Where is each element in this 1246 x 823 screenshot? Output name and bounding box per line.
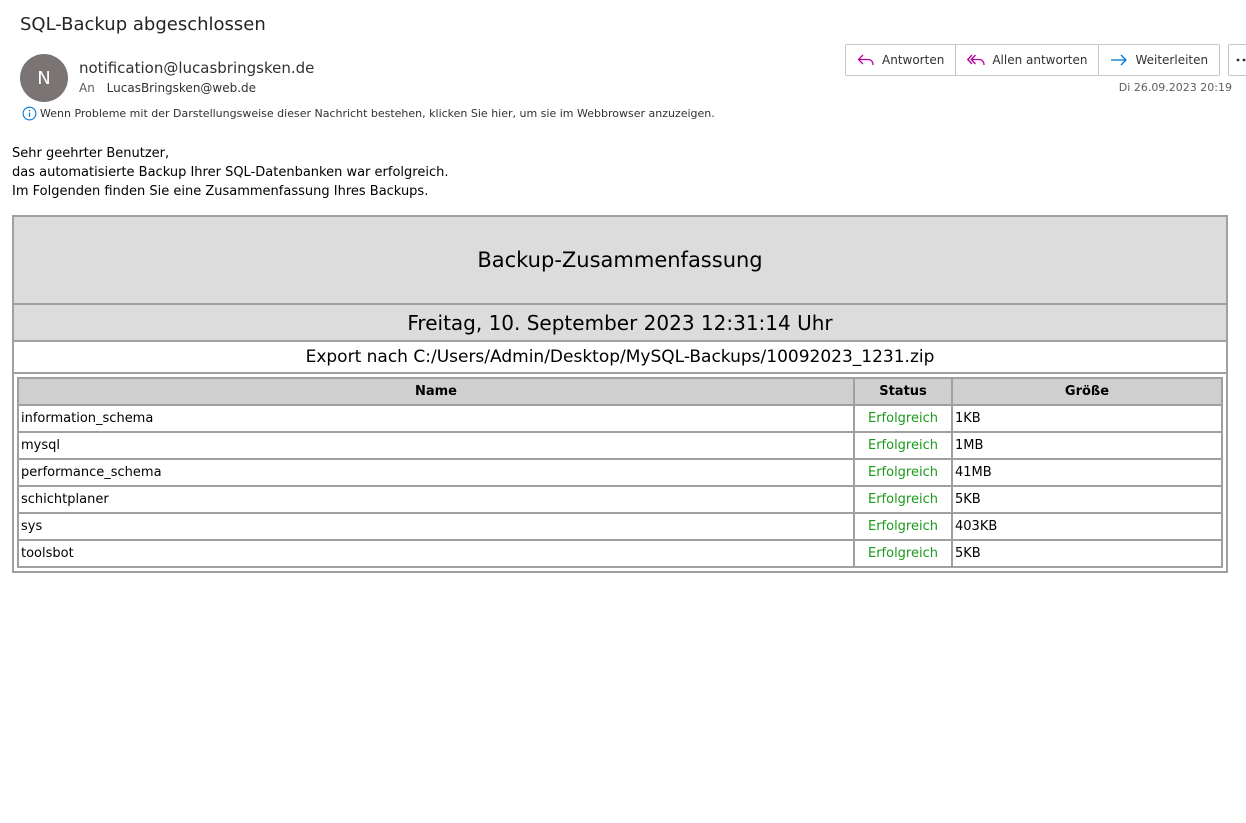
database-table-wrapper: Name Status Größe information_schema Erf… <box>14 374 1226 571</box>
db-size-cell: 41MB <box>951 458 1223 487</box>
info-icon <box>22 106 37 121</box>
summary-title: Backup-Zusammenfassung <box>14 217 1226 305</box>
db-size-cell: 5KB <box>951 539 1223 568</box>
reply-button[interactable]: Antworten <box>846 45 957 75</box>
db-name-cell: mysql <box>17 431 855 460</box>
db-name-cell: performance_schema <box>17 458 855 487</box>
recipient-address[interactable]: LucasBringsken@web.de <box>107 81 256 95</box>
sender-avatar[interactable]: N <box>20 54 68 102</box>
reply-label: Antworten <box>882 53 945 67</box>
db-status-cell: Erfolgreich <box>853 458 953 487</box>
db-name-cell: schichtplaner <box>17 485 855 514</box>
db-status-cell: Erfolgreich <box>853 485 953 514</box>
table-row: performance_schema Erfolgreich 41MB <box>17 458 1223 487</box>
recipient-row: An LucasBringsken@web.de <box>79 81 256 95</box>
forward-icon <box>1111 54 1128 66</box>
db-size-cell: 5KB <box>951 485 1223 514</box>
forward-label: Weiterleiten <box>1135 53 1209 67</box>
reply-actions-group: Antworten Allen antworten Weiterleiten <box>845 44 1221 76</box>
table-row: toolsbot Erfolgreich 5KB <box>17 539 1223 568</box>
db-status-cell: Erfolgreich <box>853 431 953 460</box>
db-name-cell: toolsbot <box>17 539 855 568</box>
info-notice-text: Wenn Probleme mit der Darstellungsweise … <box>40 107 715 120</box>
summary-datetime: Freitag, 10. September 2023 12:31:14 Uhr <box>14 305 1226 342</box>
greeting: Sehr geehrter Benutzer, <box>12 146 170 161</box>
to-label: An <box>79 81 95 95</box>
table-row: sys Erfolgreich 403KB <box>17 512 1223 541</box>
body-line-1: das automatisierte Backup Ihrer SQL-Date… <box>12 165 449 180</box>
column-header-size: Größe <box>951 377 1223 406</box>
table-row: schichtplaner Erfolgreich 5KB <box>17 485 1223 514</box>
table-row: mysql Erfolgreich 1MB <box>17 431 1223 460</box>
db-status-cell: Erfolgreich <box>853 539 953 568</box>
db-status-cell: Erfolgreich <box>853 404 953 433</box>
sender-address[interactable]: notification@lucasbringsken.de <box>79 59 314 77</box>
email-subject: SQL-Backup abgeschlossen <box>20 14 266 35</box>
db-size-cell: 1MB <box>951 431 1223 460</box>
table-row: information_schema Erfolgreich 1KB <box>17 404 1223 433</box>
more-icon <box>1236 58 1246 62</box>
message-body: Sehr geehrter Benutzer, das automatisier… <box>12 144 448 201</box>
column-header-status: Status <box>853 377 953 406</box>
summary-export-path: Export nach C:/Users/Admin/Desktop/MySQL… <box>14 342 1226 374</box>
more-actions-button[interactable] <box>1228 44 1246 76</box>
reply-all-label: Allen antworten <box>992 53 1088 67</box>
message-actions: Antworten Allen antworten Weiterleiten <box>845 44 1246 76</box>
reply-icon <box>857 54 874 66</box>
avatar-initial: N <box>37 67 51 89</box>
reply-all-icon <box>967 54 985 66</box>
db-size-cell: 403KB <box>951 512 1223 541</box>
db-status-cell: Erfolgreich <box>853 512 953 541</box>
table-header-row: Name Status Größe <box>17 377 1223 406</box>
db-name-cell: information_schema <box>17 404 855 433</box>
backup-summary: Backup-Zusammenfassung Freitag, 10. Sept… <box>12 215 1228 573</box>
info-notice[interactable]: Wenn Probleme mit der Darstellungsweise … <box>22 106 715 121</box>
column-header-name: Name <box>17 377 855 406</box>
reply-all-button[interactable]: Allen antworten <box>956 45 1100 75</box>
body-line-2: Im Folgenden finden Sie eine Zusammenfas… <box>12 184 429 199</box>
db-name-cell: sys <box>17 512 855 541</box>
forward-button[interactable]: Weiterleiten <box>1099 45 1220 75</box>
received-date: Di 26.09.2023 20:19 <box>1118 81 1232 94</box>
db-size-cell: 1KB <box>951 404 1223 433</box>
database-table: Name Status Größe information_schema Erf… <box>17 377 1223 568</box>
